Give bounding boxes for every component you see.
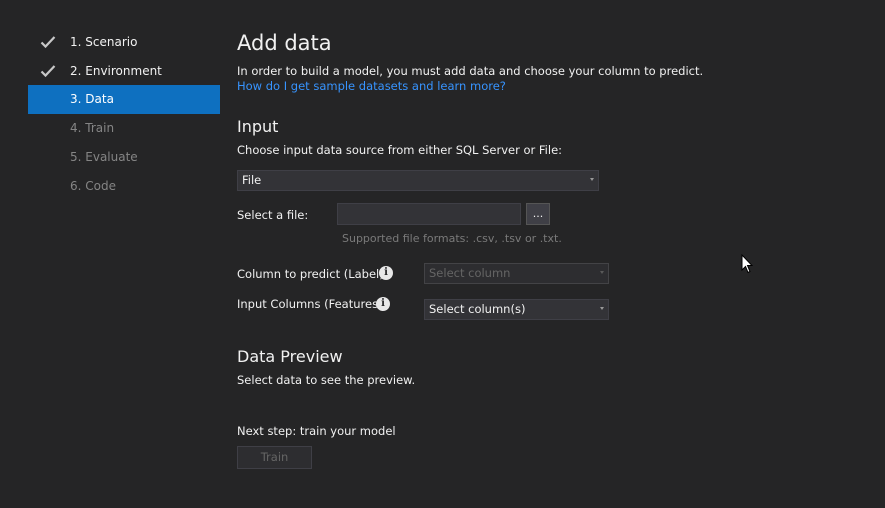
- step-evaluate[interactable]: 5. Evaluate: [28, 143, 220, 172]
- browse-button[interactable]: ...: [526, 203, 550, 225]
- chevron-down-icon: [600, 307, 604, 310]
- step-label: 2. Environment: [70, 64, 162, 78]
- preview-text: Select data to see the preview.: [237, 373, 416, 387]
- info-icon[interactable]: i: [376, 297, 390, 311]
- chevron-down-icon: [590, 178, 594, 181]
- step-label: 3. Data: [70, 92, 114, 106]
- step-label: 5. Evaluate: [70, 150, 138, 164]
- label-column-select[interactable]: Select column: [424, 263, 609, 284]
- step-environment[interactable]: 2. Environment: [28, 57, 220, 86]
- file-path-input[interactable]: [337, 203, 521, 225]
- sample-datasets-link[interactable]: How do I get sample datasets and learn m…: [237, 79, 506, 93]
- step-scenario[interactable]: 1. Scenario: [28, 28, 220, 57]
- input-heading: Input: [237, 117, 279, 136]
- page-title: Add data: [237, 31, 332, 55]
- step-label: 4. Train: [70, 121, 115, 135]
- file-formats-hint: Supported file formats: .csv, .tsv or .t…: [342, 232, 562, 245]
- next-step-text: Next step: train your model: [237, 424, 396, 438]
- input-subheading: Choose input data source from either SQL…: [237, 143, 563, 157]
- select-file-label: Select a file:: [237, 208, 309, 222]
- mouse-pointer-icon: [741, 254, 753, 274]
- label-column-placeholder: Select column: [429, 266, 511, 280]
- data-source-value: File: [242, 173, 262, 187]
- features-label: Input Columns (Features):: [237, 297, 387, 311]
- chevron-down-icon: [600, 271, 604, 274]
- checkmark-icon: [40, 65, 56, 78]
- checkmark-icon: [40, 36, 56, 49]
- step-train[interactable]: 4. Train: [28, 114, 220, 143]
- train-button[interactable]: Train: [237, 446, 312, 469]
- page-description: In order to build a model, you must add …: [237, 64, 704, 78]
- step-label: 1. Scenario: [70, 35, 138, 49]
- features-select[interactable]: Select column(s): [424, 299, 609, 320]
- step-label: 6. Code: [70, 179, 116, 193]
- info-icon[interactable]: i: [379, 266, 393, 280]
- data-source-select[interactable]: File: [237, 170, 599, 191]
- step-code[interactable]: 6. Code: [28, 172, 220, 201]
- preview-heading: Data Preview: [237, 347, 343, 366]
- label-column-label: Column to predict (Label):: [237, 267, 388, 281]
- step-data[interactable]: 3. Data: [28, 85, 220, 114]
- features-value: Select column(s): [429, 302, 526, 316]
